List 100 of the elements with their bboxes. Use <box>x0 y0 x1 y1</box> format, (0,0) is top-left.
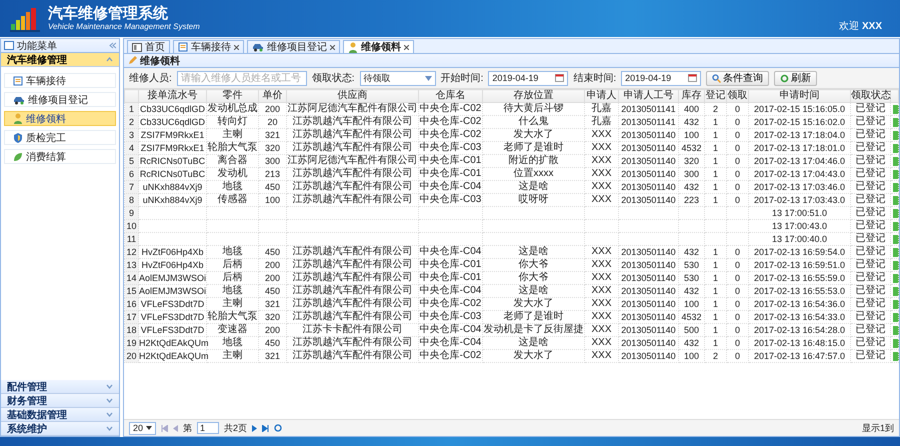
table-cell: 20130501140 <box>618 272 678 284</box>
table-cell: 孔嘉 <box>584 102 618 116</box>
table-cell: 320 <box>258 142 286 154</box>
previous-page-icon[interactable] <box>173 424 178 432</box>
menu-section[interactable]: 基础数据管理 <box>1 408 119 422</box>
table-cell: 主喇 <box>206 350 258 362</box>
table-cell: 江苏阿尼德汽车配件有限公司 <box>286 154 418 168</box>
menu-item[interactable]: 维修项目登记 <box>4 92 116 107</box>
table-cell: 发动机是卡了反街屋捷 <box>482 324 584 336</box>
table-cell: 1 <box>704 258 726 272</box>
table-cell: 发动机 <box>206 168 258 180</box>
table-cell: 中央仓库-C04 <box>418 284 482 298</box>
table-cell: XXX <box>584 180 618 194</box>
table-cell: 已登记 <box>850 246 890 258</box>
menu-item[interactable]: 车辆接待 <box>4 73 116 88</box>
column-header: 零件 <box>206 90 258 102</box>
menu-item[interactable]: 消费结算 <box>4 149 116 164</box>
last-page-icon[interactable] <box>262 424 270 432</box>
table-cell: 后柄 <box>206 258 258 272</box>
table-cell: 0 <box>726 336 748 350</box>
table-cell: 1 <box>704 194 726 206</box>
table-cell: 223 <box>678 194 704 206</box>
table-cell: Cb33UC6qdlGD <box>138 116 206 128</box>
status-select[interactable]: 待领取 <box>360 70 436 86</box>
close-icon[interactable] <box>234 44 239 50</box>
app-subtitle: Vehicle Maintenance Management System <box>48 22 200 32</box>
menu-section[interactable]: 系统维护 <box>1 422 119 436</box>
car-icon <box>13 94 25 104</box>
table-cell: 13 17:00:40.0 <box>748 232 850 246</box>
row-number: 14 <box>124 272 138 284</box>
table-cell: 位置xxxx <box>482 168 584 180</box>
table-cell: 13 17:00:43.0 <box>748 220 850 232</box>
table-cell: 转向灯 <box>206 116 258 128</box>
tab[interactable]: 维修领料 <box>343 40 414 53</box>
table-cell: 200 <box>258 258 286 272</box>
table-cell: 已登记 <box>850 194 890 206</box>
tab[interactable]: 维修项目登记 <box>247 40 340 53</box>
page-label: 第 <box>183 422 192 434</box>
table-cell: 20130501140 <box>618 128 678 142</box>
table-cell: 432 <box>678 336 704 350</box>
table-cell: 你大爷 <box>482 258 584 272</box>
table-cell: 2017-02-13 17:04:46.0 <box>748 154 850 168</box>
logo-icon <box>10 6 40 32</box>
table-cell: 1 <box>704 310 726 324</box>
row-number: 15 <box>124 284 138 298</box>
table-cell: 20130501140 <box>618 284 678 298</box>
table-cell: 0 <box>726 194 748 206</box>
table-cell: 320 <box>678 154 704 168</box>
row-number: 12 <box>124 246 138 258</box>
row-number: 4 <box>124 142 138 154</box>
menu-item[interactable]: 维修领料 <box>4 111 116 126</box>
menu-section[interactable]: 财务管理 <box>1 394 119 408</box>
page-field[interactable]: 1 <box>197 422 220 434</box>
table-cell: VFLeFS3Ddt7D <box>138 298 206 310</box>
menu-item[interactable]: 质检完工 <box>4 130 116 145</box>
search-button[interactable]: 条件查询 <box>706 70 770 86</box>
menu-section[interactable]: 配件管理 <box>1 380 119 394</box>
menu-section[interactable]: 汽车维修管理 <box>1 53 119 67</box>
table-cell: 0 <box>726 298 748 310</box>
row-number: 1 <box>124 102 138 116</box>
table-cell: 1 <box>704 324 726 336</box>
table-cell: 300 <box>678 168 704 180</box>
table-cell: 地毯 <box>206 336 258 350</box>
start-date-field[interactable]: 2019-04-19 <box>488 70 568 86</box>
close-icon[interactable] <box>404 44 409 50</box>
row-number: 9 <box>124 206 138 220</box>
table-cell: 中央仓库-C03 <box>418 194 482 206</box>
table-cell: 已登记 <box>850 102 890 116</box>
tab[interactable]: 车辆接待 <box>173 40 244 53</box>
page-size-select[interactable]: 20 <box>129 422 156 434</box>
table-cell: 530 <box>678 272 704 284</box>
table-cell: 已登记 <box>850 142 890 154</box>
table-cell: 2017-02-13 17:18:01.0 <box>748 142 850 154</box>
table-cell: 2 <box>704 102 726 116</box>
row-number: 8 <box>124 194 138 206</box>
close-icon[interactable] <box>330 44 335 50</box>
table-cell: 20130501140 <box>618 310 678 324</box>
reload-icon[interactable] <box>274 424 282 432</box>
person-icon <box>13 113 23 124</box>
tab[interactable]: 首页 <box>127 40 170 53</box>
table-cell: 离合器 <box>206 154 258 168</box>
table-cell: 2017-02-13 16:54:36.0 <box>748 298 850 310</box>
table-cell: XXX <box>584 128 618 142</box>
table-cell: AolEMJM3WSOi <box>138 272 206 284</box>
end-date-field[interactable]: 2019-04-19 <box>621 70 702 86</box>
table-cell: 530 <box>678 258 704 272</box>
table-cell: 中央仓库-C02 <box>418 102 482 116</box>
collapse-icon[interactable] <box>109 42 116 49</box>
table-cell: 0 <box>726 180 748 194</box>
first-page-icon[interactable] <box>161 424 168 432</box>
table-cell: 13 17:00:51.0 <box>748 206 850 220</box>
table-cell: 2017-02-13 16:47:57.0 <box>748 350 850 362</box>
status-label: 领取状态: <box>312 72 355 85</box>
next-page-icon[interactable] <box>252 424 258 432</box>
column-header: 供应商 <box>286 90 418 102</box>
table-cell: 传感器 <box>206 194 258 206</box>
table-cell: 江苏凯越汽车配件有限公司 <box>286 298 418 310</box>
table-cell: 0 <box>726 350 748 362</box>
refresh-button[interactable]: 刷新 <box>774 70 818 86</box>
table-cell: ZSI7FM9RkxE1 <box>138 142 206 154</box>
